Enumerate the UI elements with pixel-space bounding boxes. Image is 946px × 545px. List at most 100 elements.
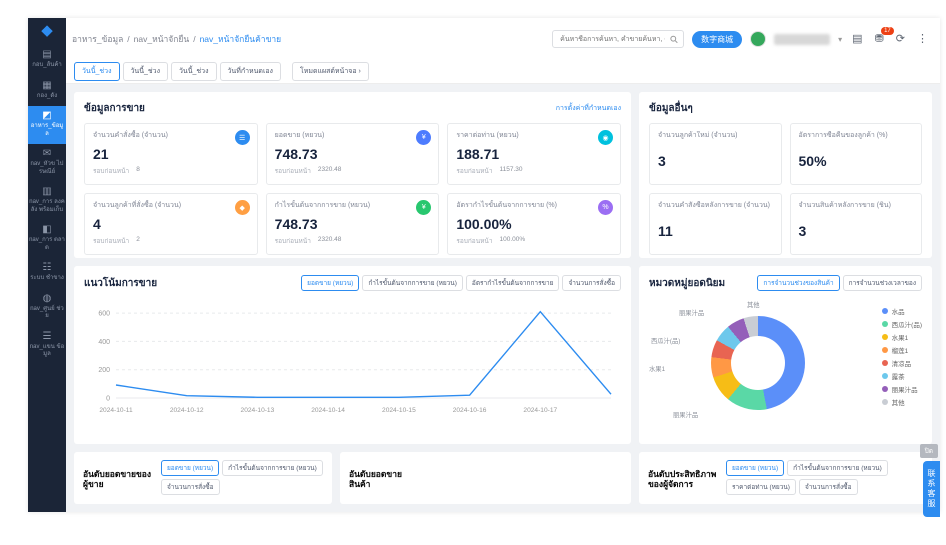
legend-dot-icon (882, 321, 888, 327)
tab-period-custom[interactable]: วันที่กำหนดเอง (220, 62, 281, 81)
breadcrumb-separator: / (127, 34, 129, 44)
goods-icon: ▤ (42, 50, 51, 60)
svg-text:2024-10-15: 2024-10-15 (382, 407, 416, 414)
legend-item: 水品 (882, 304, 922, 317)
user-name-redacted (774, 34, 830, 45)
sidebar-item-orders[interactable]: ▦ กอง_ดัง (28, 76, 66, 107)
cart-icon[interactable]: ⛃17 (873, 34, 886, 45)
seller-tab-order-count[interactable]: จำนวนการสั่งซื้อ (161, 479, 220, 495)
sidebar-item-marketing[interactable]: ◧ nav_การ ตลาด (28, 220, 66, 258)
categories-card-title: หมวดหมู่ยอดนิยม (649, 276, 725, 291)
metric-aftersale-orders: จำนวนคำสั่งซื้อหลังการขาย (จำนวน) 11 (649, 193, 782, 255)
metric-sales-amount: ยอดขาย (หยวน) ¥ 748.73 รอบก่อนหน้า2320.4… (266, 123, 440, 185)
breadcrumb-section[interactable]: nav_หน้าจักยืน (134, 32, 190, 46)
trend-tab-gross-profit[interactable]: กำไรขั้นต้นจากการขาย (หยวน) (362, 275, 463, 291)
legend-item: 西瓜汁(品) (882, 317, 922, 330)
sidebar-item-data[interactable]: ☰ nav_แขน ข้อมูล (28, 327, 66, 365)
svg-text:600: 600 (98, 311, 110, 318)
manager-tab-order-count[interactable]: จำนวนการสั่งซื้อ (799, 479, 858, 495)
seller-tab-sales[interactable]: ยอดขาย (หยวน) (161, 460, 219, 476)
legend-item: 榴莲1 (882, 343, 922, 356)
sidebar-item-warehouse[interactable]: ▥ nav_การ ลงคลัง พร้อมเก็บ (28, 182, 66, 220)
legend-dot-icon (882, 347, 888, 353)
product-ranking-card: อันดับยอดขายสินค้า (340, 452, 631, 504)
other-metric-tiles: จำนวนลูกค้าใหม่ (จำนวน) 3 อัตราการซื้อคื… (649, 123, 922, 255)
category-donut-area: 其他 丽果汁品 西瓜汁(品) 水果1 丽果汁品 水品西瓜汁(品)水果1榴莲1清凉… (649, 298, 922, 434)
trend-tab-order-count[interactable]: จำนวนการสั่งซื้อ (562, 275, 621, 291)
topbar: อาหาร_ข้อมูล / nav_หน้าจักยืน / nav_หน้า… (66, 18, 940, 60)
svg-text:200: 200 (98, 367, 110, 374)
trend-tab-sales[interactable]: ยอดขาย (หยวน) (301, 275, 359, 291)
collapse-float-tag[interactable]: ปิด (920, 444, 938, 458)
tab-period-week[interactable]: วันนี้_ช่วง (123, 62, 169, 81)
metric-gross-profit: กำไรขั้นต้นจากการขาย (หยวน) ¥ 748.73 รอบ… (266, 193, 440, 255)
donut-legend: 水品西瓜汁(品)水果1榴莲1清凉品露茶丽果汁品其他 (882, 304, 922, 408)
seller-tab-gross-profit[interactable]: กำไรขั้นต้นจากการขาย (หยวน) (222, 460, 323, 476)
refresh-icon[interactable]: ⟳ (894, 34, 907, 45)
marketing-icon: ◧ (42, 225, 51, 235)
topbar-right: 数字商城 ▾ ▤ ⛃17 ⟳ ⋮ (552, 30, 930, 48)
legend-item: 露茶 (882, 369, 922, 382)
sidebar-item-goods[interactable]: ▤ กอบ_ส้นค้า (28, 45, 66, 76)
metric-buying-customers: จำนวนลูกค้าที่สั่งซื้อ (จำนวน) ◆ 4 รอบก่… (84, 193, 258, 255)
fullscreen-mode-button[interactable]: โหมดแผสต์หน้าจอ › (292, 62, 369, 81)
seller-ranking-card: อันดับยอดขายของผู้ขาย ยอดขาย (หยวน) กำไร… (74, 452, 332, 504)
sidebar-item-system[interactable]: ☷ ระบบ ชำขาง (28, 258, 66, 289)
data-icon: ☰ (43, 332, 52, 342)
manager-tab-gross-profit[interactable]: กำไรขั้นต้นจากการขาย (หยวน) (787, 460, 888, 476)
sidebar-item-mail[interactable]: ✉ nav_หัวข ไปรษณีย์ (28, 144, 66, 182)
seller-ranking-title: อันดับยอดขายของผู้ขาย (83, 469, 155, 490)
custom-settings-link[interactable]: การตั้งค่าที่กำหนดเอง (556, 103, 621, 114)
legend-dot-icon (882, 399, 888, 405)
legend-item: 清凉品 (882, 356, 922, 369)
metric-gross-margin: อัตรากำไรขั้นต้นจากการขาย (%) % 100.00% … (447, 193, 621, 255)
search-input[interactable] (558, 35, 667, 44)
donut-callout: 水果1 (649, 364, 665, 373)
trend-tab-gross-margin[interactable]: อัตรากำไรขั้นต้นจากการขาย (466, 275, 560, 291)
document-icon[interactable]: ▤ (850, 34, 864, 45)
sidebar-item-dashboard[interactable]: ◩ อาหาร_ข้อมูล (28, 106, 66, 144)
app-window: ◆ ▤ กอบ_ส้นค้า ▦ กอง_ดัง ◩ อาหาร_ข้อมูล … (28, 18, 940, 512)
category-tab-by-period[interactable]: การจำนวนช่วงเวลาของ (843, 275, 922, 291)
breadcrumb-root[interactable]: อาหาร_ข้อมูล (72, 32, 123, 46)
other-card-title: ข้อมูลอื่นๆ (649, 101, 693, 116)
manager-tab-sales[interactable]: ยอดขาย (หยวน) (726, 460, 784, 476)
breadcrumb-current: nav_หน้าจักยืนค้าขาย (200, 32, 282, 46)
customer-service-float-button[interactable]: 联系客服 (923, 461, 940, 517)
manager-tab-price-per-customer[interactable]: ราคาต่อท่าน (หยวน) (726, 479, 796, 495)
tab-period-today[interactable]: วันนี้_ช่วง (74, 62, 120, 81)
legend-dot-icon (882, 373, 888, 379)
sales-data-card: ข้อมูลการขาย การตั้งค่าที่กำหนดเอง จำนวน… (74, 92, 631, 258)
legend-item: 其他 (882, 395, 922, 408)
warehouse-icon: ▥ (42, 187, 51, 197)
manager-ranking-title: อันดับประสิทธิภาพของผู้จัดการ (648, 469, 720, 490)
seller-ranking-tabs: ยอดขาย (หยวน) กำไรขั้นต้นจากการขาย (หยวน… (161, 460, 323, 495)
chevron-right-icon: › (359, 68, 361, 75)
main-area: อาหาร_ข้อมูล / nav_หน้าจักยืน / nav_หน้า… (66, 18, 940, 512)
legend-dot-icon (882, 360, 888, 366)
more-menu-icon[interactable]: ⋮ (915, 34, 930, 45)
category-donut-chart (711, 316, 805, 410)
trend-card-title: แนวโน้มการขาย (84, 276, 157, 291)
svg-text:2024-10-12: 2024-10-12 (170, 407, 204, 414)
global-search (552, 30, 684, 48)
metric-order-count: จำนวนคำสั่งซื้อ (จำนวน) ☰ 21 รอบก่อนหน้า… (84, 123, 258, 185)
store-pill-button[interactable]: 数字商城 (692, 31, 742, 48)
legend-dot-icon (882, 386, 888, 392)
app-logo-icon: ◆ (41, 23, 53, 38)
donut-callout: 丽果汁品 (673, 410, 698, 419)
center-icon: ◍ (43, 294, 52, 304)
chevron-down-icon[interactable]: ▾ (838, 35, 842, 44)
content-area: ข้อมูลการขาย การตั้งค่าที่กำหนดเอง จำนวน… (66, 84, 940, 512)
avatar[interactable] (750, 31, 766, 47)
svg-text:2024-10-16: 2024-10-16 (453, 407, 487, 414)
tab-period-month[interactable]: วันนี้_ช่วง (171, 62, 217, 81)
legend-item: 水果1 (882, 330, 922, 343)
breadcrumb: อาหาร_ข้อมูล / nav_หน้าจักยืน / nav_หน้า… (72, 32, 281, 46)
svg-text:0: 0 (106, 396, 110, 403)
sidebar-item-center[interactable]: ◍ nav_ศูนย์ ช่วย (28, 289, 66, 327)
trend-line-chart: 02004006002024-10-112024-10-122024-10-13… (84, 298, 621, 424)
gross-profit-icon: ¥ (416, 200, 431, 215)
notification-badge: 17 (881, 27, 894, 35)
category-tab-by-product[interactable]: การจำนวนช่วงของสินค้า (757, 275, 839, 291)
